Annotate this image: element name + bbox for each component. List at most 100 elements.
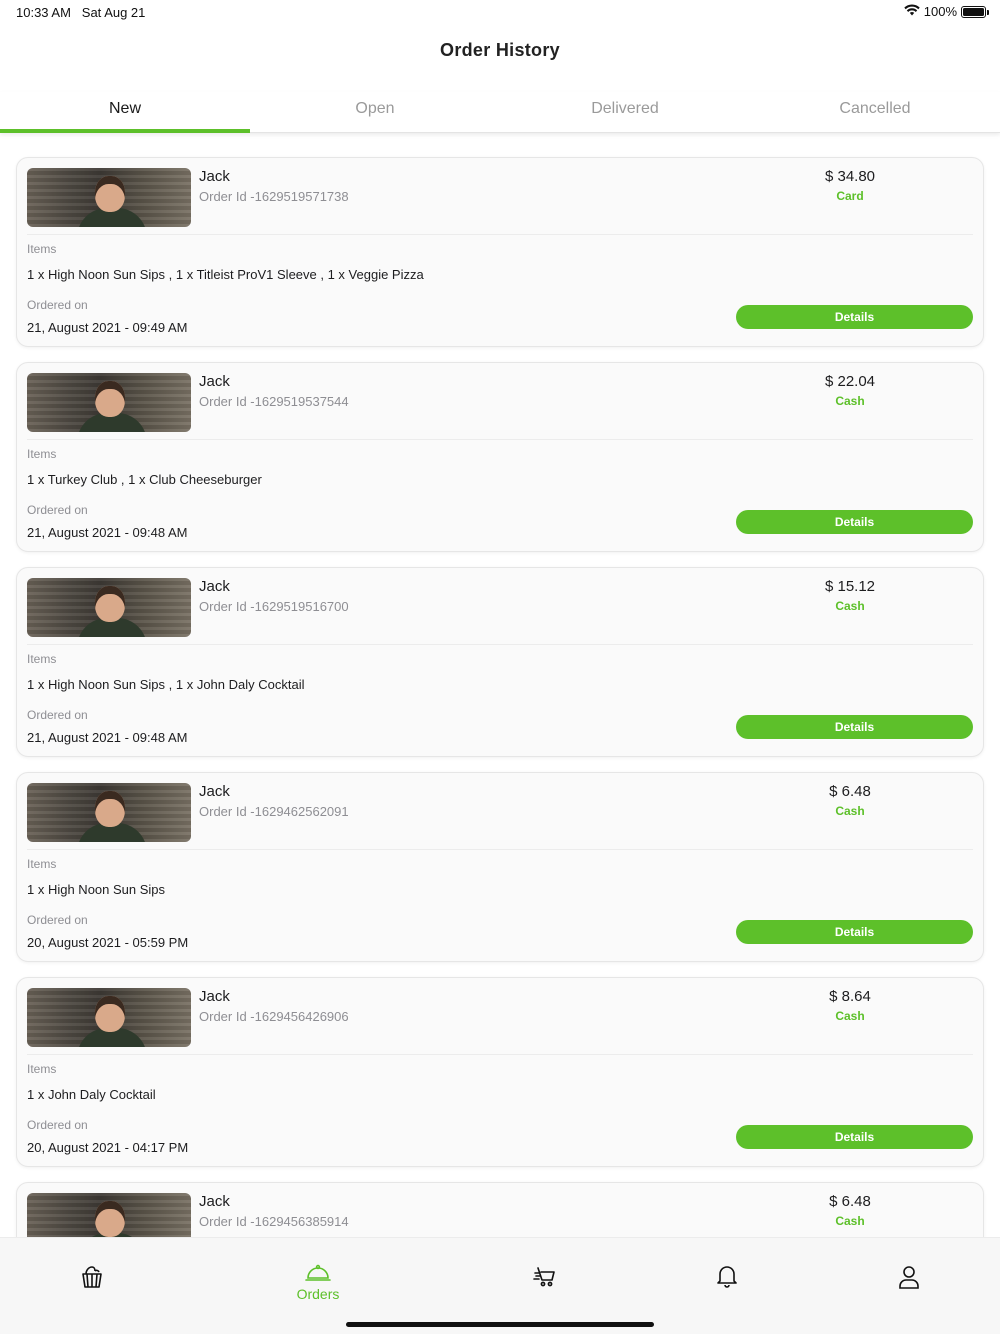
home-indicator	[346, 1322, 654, 1327]
details-button[interactable]: Details	[736, 510, 973, 534]
items-label: Items	[27, 652, 57, 666]
order-price: $ 6.48	[829, 783, 871, 800]
nav-menu[interactable]	[52, 1264, 132, 1290]
customer-name: Jack	[199, 168, 230, 185]
customer-name: Jack	[199, 988, 230, 1005]
order-status-tabs: New Open Delivered Cancelled	[0, 92, 1000, 133]
status-bar: 10:33 AM Sat Aug 21 100%	[0, 0, 1000, 24]
order-card[interactable]: Jack Order Id -1629519571738 $ 34.80 Car…	[16, 157, 984, 347]
payment-method: Cash	[835, 1214, 865, 1228]
card-divider	[27, 1054, 973, 1055]
ordered-on-value: 21, August 2021 - 09:48 AM	[27, 525, 188, 540]
order-id: Order Id -1629456385914	[199, 1214, 349, 1229]
status-time: 10:33 AM Sat Aug 21	[16, 5, 145, 20]
wifi-icon	[904, 4, 920, 19]
order-id: Order Id -1629519571738	[199, 189, 349, 204]
nav-orders[interactable]: Orders	[278, 1264, 358, 1302]
customer-photo	[27, 1193, 191, 1237]
order-price: $ 34.80	[824, 168, 876, 185]
items-label: Items	[27, 447, 57, 461]
food-basket-icon	[52, 1264, 132, 1290]
customer-photo	[27, 578, 191, 637]
tab-label: Delivered	[591, 100, 659, 117]
order-card[interactable]: Jack Order Id -1629462562091 $ 6.48 Cash…	[16, 772, 984, 962]
page-title: Order History	[440, 40, 560, 60]
customer-name: Jack	[199, 373, 230, 390]
delivery-cart-icon	[505, 1264, 585, 1288]
order-id: Order Id -1629519537544	[199, 394, 349, 409]
ordered-on-value: 20, August 2021 - 05:59 PM	[27, 935, 189, 950]
card-divider	[27, 644, 973, 645]
order-id: Order Id -1629456426906	[199, 1009, 349, 1024]
items-label: Items	[27, 1062, 57, 1076]
items-value: 1 x High Noon Sun Sips , 1 x Titleist Pr…	[27, 267, 424, 282]
tab-cancelled[interactable]: Cancelled	[750, 92, 1000, 132]
tab-delivered[interactable]: Delivered	[500, 92, 750, 132]
bottom-tab-bar: Orders	[0, 1237, 1000, 1334]
tab-label: New	[108, 100, 141, 117]
status-date-text: Sat Aug 21	[81, 5, 146, 20]
ordered-on-value: 21, August 2021 - 09:48 AM	[27, 730, 188, 745]
customer-photo	[27, 783, 191, 842]
card-divider	[27, 849, 973, 850]
payment-method: Cash	[835, 599, 865, 613]
customer-name: Jack	[199, 783, 230, 800]
cloche-icon	[278, 1264, 358, 1282]
details-button[interactable]: Details	[736, 305, 973, 329]
bell-icon	[687, 1264, 767, 1288]
details-button[interactable]: Details	[736, 715, 973, 739]
items-value: 1 x John Daly Cocktail	[27, 1087, 156, 1102]
order-price: $ 22.04	[824, 373, 876, 390]
ordered-on-label: Ordered on	[27, 1118, 88, 1132]
ordered-on-label: Ordered on	[27, 503, 88, 517]
items-value: 1 x Turkey Club , 1 x Club Cheeseburger	[27, 472, 262, 487]
payment-method: Cash	[835, 804, 865, 818]
tab-new[interactable]: New	[0, 92, 250, 133]
status-right: 100%	[904, 4, 989, 19]
battery-fill	[963, 7, 984, 16]
ordered-on-label: Ordered on	[27, 913, 88, 927]
order-card[interactable]: Jack Order Id -1629519537544 $ 22.04 Cas…	[16, 362, 984, 552]
card-divider	[27, 439, 973, 440]
items-value: 1 x High Noon Sun Sips , 1 x John Daly C…	[27, 677, 305, 692]
user-icon	[869, 1264, 949, 1290]
order-price: $ 8.64	[829, 988, 871, 1005]
details-button[interactable]: Details	[736, 920, 973, 944]
order-history-screen: 10:33 AM Sat Aug 21 100% Order History N…	[0, 0, 1000, 1334]
order-id: Order Id -1629462562091	[199, 804, 349, 819]
payment-method: Cash	[835, 1009, 865, 1023]
nav-orders-label: Orders	[296, 1286, 340, 1302]
order-id: Order Id -1629519516700	[199, 599, 349, 614]
items-value: 1 x High Noon Sun Sips	[27, 882, 166, 897]
customer-photo	[27, 168, 191, 227]
ordered-on-value: 20, August 2021 - 04:17 PM	[27, 1140, 189, 1155]
customer-name: Jack	[199, 1193, 230, 1210]
ordered-on-label: Ordered on	[27, 708, 88, 722]
nav-notifications[interactable]	[687, 1264, 767, 1288]
order-card[interactable]: Jack Order Id -1629456385914 $ 6.48 Cash	[16, 1182, 984, 1237]
order-price: $ 6.48	[829, 1193, 871, 1210]
ordered-on-label: Ordered on	[27, 298, 88, 312]
tab-label: Cancelled	[839, 100, 911, 117]
card-divider	[27, 234, 973, 235]
customer-photo	[27, 988, 191, 1047]
tab-label: Open	[355, 100, 395, 117]
items-label: Items	[27, 857, 57, 871]
order-price: $ 15.12	[824, 578, 876, 595]
payment-method: Cash	[835, 394, 865, 408]
order-list[interactable]: Jack Order Id -1629519571738 $ 34.80 Car…	[0, 134, 1000, 1237]
customer-photo	[27, 373, 191, 432]
nav-profile[interactable]	[869, 1264, 949, 1290]
order-card[interactable]: Jack Order Id -1629519516700 $ 15.12 Cas…	[16, 567, 984, 757]
payment-method: Card	[836, 189, 864, 203]
status-time-text: 10:33 AM	[16, 5, 71, 20]
items-label: Items	[27, 242, 57, 256]
nav-delivery[interactable]	[505, 1264, 585, 1288]
ordered-on-value: 21, August 2021 - 09:49 AM	[27, 320, 188, 335]
customer-name: Jack	[199, 578, 230, 595]
tab-open[interactable]: Open	[250, 92, 500, 132]
details-button[interactable]: Details	[736, 1125, 973, 1149]
battery-icon	[961, 5, 989, 18]
order-card[interactable]: Jack Order Id -1629456426906 $ 8.64 Cash…	[16, 977, 984, 1167]
battery-percent: 100%	[923, 4, 957, 19]
